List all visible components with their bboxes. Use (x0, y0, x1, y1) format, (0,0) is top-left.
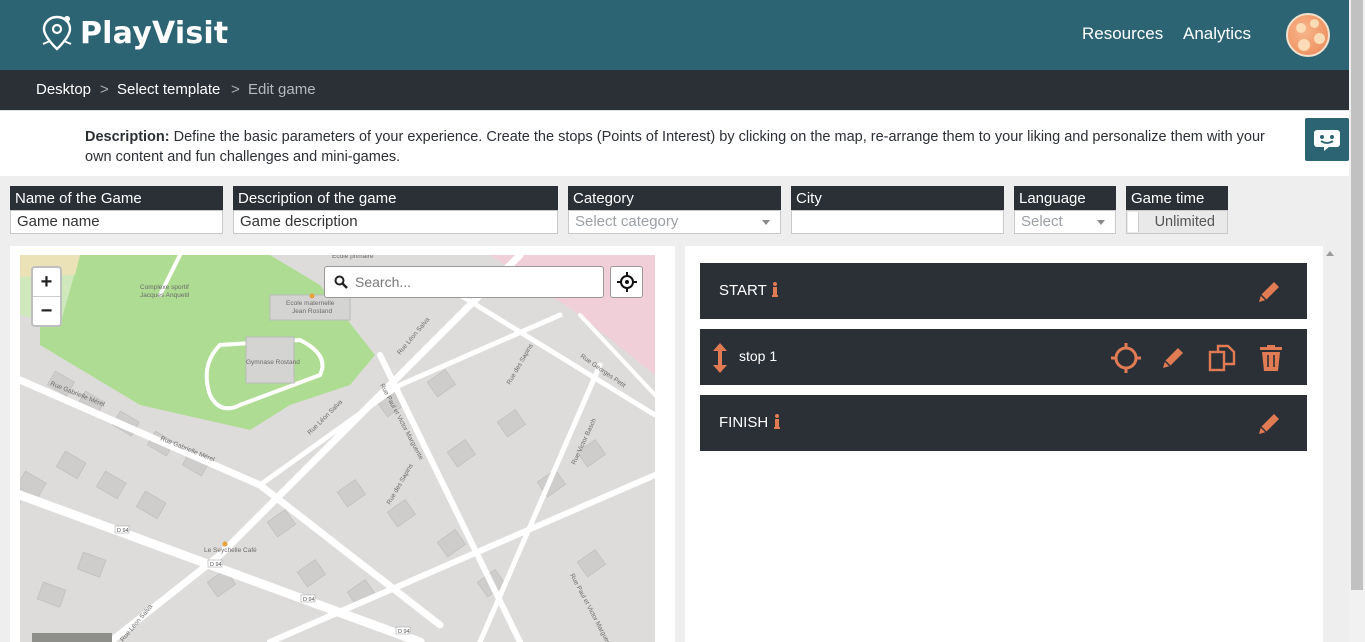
game-time-toggle[interactable]: Unlimited (1126, 210, 1228, 234)
pencil-icon[interactable] (1256, 411, 1282, 437)
description-panel: Description: Define the basic parameters… (0, 110, 1349, 177)
description-body: Define the basic parameters of your expe… (85, 129, 1265, 165)
map-search-input[interactable]: Search... (324, 266, 604, 298)
stop-name: stop 1 (739, 348, 778, 364)
chevron-down-icon (1097, 220, 1105, 225)
chat-button[interactable] (1305, 118, 1349, 161)
game-name-input[interactable]: Game name (10, 210, 223, 234)
game-description-label: Description of the game (233, 186, 558, 210)
scrollbar-thumb[interactable] (1351, 0, 1363, 590)
brand-name: PlayVisit (80, 15, 229, 51)
description-text: Description: Define the basic parameters… (85, 127, 1275, 167)
nav-resources[interactable]: Resources (1082, 24, 1163, 44)
nav-analytics[interactable]: Analytics (1183, 24, 1251, 44)
map[interactable]: Complexe sportif Jacques Anquetil Ecole … (20, 255, 655, 642)
language-field: Language Select (1014, 186, 1116, 234)
category-label: Category (568, 186, 781, 210)
stop-name: START (719, 282, 767, 299)
stop-row-finish[interactable]: FINISH (700, 395, 1307, 451)
locate-button[interactable] (610, 266, 643, 298)
svg-text:D 94: D 94 (117, 528, 129, 534)
game-settings-form: Name of the Game Game name Description o… (0, 176, 1349, 246)
toggle-handle (1128, 212, 1139, 232)
language-select-value: Select (1021, 213, 1063, 230)
breadcrumb-separator: > (231, 81, 240, 98)
description-label: Description: (85, 129, 170, 145)
game-time-value: Unlimited (1127, 211, 1227, 233)
breadcrumb-separator: > (100, 81, 109, 98)
chevron-down-icon (762, 220, 770, 225)
logo-icon (42, 15, 72, 51)
user-avatar[interactable] (1286, 13, 1330, 57)
info-icon[interactable] (773, 414, 781, 430)
game-time-label: Game time (1126, 186, 1228, 210)
zoom-out-button[interactable]: − (33, 297, 60, 325)
svg-text:Complexe sportif: Complexe sportif (140, 284, 189, 291)
stop-row-1[interactable]: stop 1 (700, 329, 1307, 385)
game-description-input[interactable]: Game description (233, 210, 558, 234)
game-name-label: Name of the Game (10, 186, 223, 210)
svg-text:Gymnase Rostand: Gymnase Rostand (246, 359, 300, 366)
svg-text:Ecole maternelle: Ecole maternelle (286, 300, 335, 307)
breadcrumb-desktop[interactable]: Desktop (36, 81, 91, 98)
svg-text:Jean Rostand: Jean Rostand (292, 308, 332, 315)
chat-icon (1314, 130, 1340, 151)
panel-scroll-up-icon[interactable] (1326, 251, 1334, 256)
stop-row-start[interactable]: START (700, 263, 1307, 319)
breadcrumb-edit-game: Edit game (248, 81, 316, 98)
drag-handle-icon[interactable] (713, 343, 727, 373)
svg-text:Jacques Anquetil: Jacques Anquetil (140, 292, 190, 299)
copy-icon[interactable] (1208, 344, 1236, 372)
game-time-field: Game time Unlimited (1126, 186, 1228, 234)
svg-text:D 94: D 94 (303, 597, 315, 603)
pencil-icon[interactable] (1160, 345, 1186, 371)
search-icon (334, 275, 348, 289)
top-navbar: PlayVisit Resources Analytics (0, 0, 1349, 70)
category-select[interactable]: Select category (568, 210, 781, 234)
info-icon[interactable] (771, 282, 779, 298)
svg-text:Le Seychelle Café: Le Seychelle Café (204, 547, 257, 554)
category-select-value: Select category (575, 213, 679, 230)
crosshair-icon (617, 272, 637, 292)
svg-text:D 94: D 94 (398, 629, 410, 635)
playvisit-logo[interactable]: PlayVisit (40, 14, 228, 52)
category-field: Category Select category (568, 186, 781, 234)
game-description-field: Description of the game Game description (233, 186, 558, 234)
map-search-placeholder: Search... (355, 274, 412, 290)
map-tiles: Complexe sportif Jacques Anquetil Ecole … (20, 255, 655, 642)
page-scrollbar[interactable] (1349, 0, 1365, 642)
locate-icon[interactable] (1111, 343, 1141, 373)
breadcrumb-select-template[interactable]: Select template (117, 81, 220, 98)
game-name-field: Name of the Game Game name (10, 186, 223, 234)
zoom-control: + − (31, 266, 62, 327)
breadcrumb: Desktop > Select template > Edit game (0, 70, 1349, 110)
trash-icon[interactable] (1259, 345, 1283, 371)
language-label: Language (1014, 186, 1116, 210)
svg-text:D 94: D 94 (210, 562, 222, 568)
pencil-icon[interactable] (1256, 279, 1282, 305)
zoom-in-button[interactable]: + (33, 268, 60, 297)
language-select[interactable]: Select (1014, 210, 1116, 234)
city-label: City (791, 186, 1004, 210)
city-field: City (791, 186, 1004, 234)
svg-text:Ecole primaire: Ecole primaire (332, 255, 374, 260)
city-input[interactable] (791, 210, 1004, 234)
stop-name: FINISH (719, 414, 769, 431)
